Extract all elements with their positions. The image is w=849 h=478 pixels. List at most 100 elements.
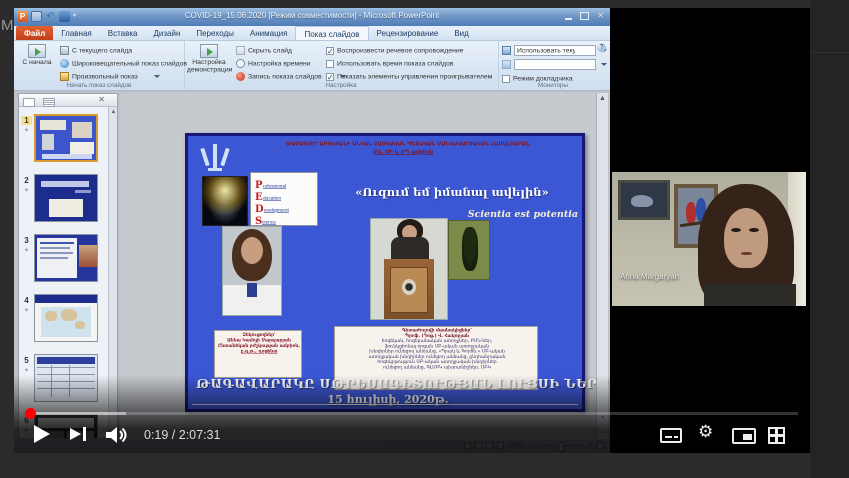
slide-quote: «Ուզում եմ իմանալ ավելին» (322, 185, 582, 199)
tab-design[interactable]: Дизайн (145, 26, 188, 40)
reading-view-icon[interactable] (486, 442, 493, 449)
next-slide-icon[interactable]: ⌄ (597, 427, 608, 435)
hide-slide-button[interactable]: Скрыть слайд (236, 44, 300, 57)
tab-insert[interactable]: Вставка (100, 26, 146, 40)
slide-thumbnail-1[interactable]: 1 ✦ (21, 114, 107, 166)
zoom-slider-handle[interactable] (558, 442, 564, 452)
next-video-button[interactable] (70, 428, 81, 440)
slide-thumbnail-preview (34, 174, 98, 222)
tab-slideshow[interactable]: Показ слайдов (295, 26, 368, 40)
slideshow-view-icon[interactable] (497, 442, 504, 449)
play-button[interactable] (34, 425, 50, 443)
custom-show-icon (60, 72, 69, 81)
slide-thumbnail-preview (34, 294, 98, 342)
slide-canvas[interactable]: ԽԱՉԱՏՈՒՐ ԱԲՈՎՅԱՆԻ ԱՆՎԱՆ ՀԱՅԿԱԿԱՆ ՊԵՏԱԿԱՆ… (185, 133, 585, 412)
presenter-face (724, 208, 768, 268)
tab-file[interactable]: Файл (16, 26, 53, 40)
main-scrollbar[interactable]: ▲ ⌃ ⌄ (596, 93, 608, 439)
window-title: COVID-19_15.06.2020 [Режим совместимости… (14, 11, 610, 20)
custom-slideshow-button[interactable]: Произвольный показ (60, 70, 160, 83)
close-icon[interactable]: ✕ (597, 12, 604, 20)
transition-indicator-icon: ✦ (21, 127, 32, 134)
previous-slide-icon[interactable]: ⌃ (597, 415, 608, 423)
artwork-image (448, 220, 490, 280)
progress-scrubber[interactable] (25, 408, 36, 419)
wall-painting-swan (618, 180, 670, 220)
ribbon-group-start: С начала С текущего слайда Широковещател… (14, 41, 185, 90)
help-icon[interactable]: ? (597, 43, 606, 52)
rehearse-timings-button[interactable]: Настройка времени (236, 57, 322, 70)
zoom-slider[interactable] (538, 445, 584, 447)
from-current-slide-button[interactable]: С текущего слайда (60, 44, 143, 57)
podium-photo (370, 218, 448, 320)
transition-indicator-icon: ✦ (21, 427, 32, 434)
transition-indicator-icon: ✦ (21, 367, 32, 374)
zoom-in-icon[interactable]: + (588, 442, 593, 449)
slide-thumbnail-5[interactable]: 5 ✦ (21, 354, 107, 406)
resolution-dropdown[interactable] (502, 58, 607, 71)
slide-thumbnail-preview (34, 354, 98, 402)
group-label: Настройка (200, 82, 483, 88)
slide-sorter-view-icon[interactable] (475, 442, 482, 449)
minimize-icon[interactable] (565, 18, 572, 20)
from-current-slide-icon (60, 46, 69, 55)
ribbon: С начала С текущего слайда Широковещател… (14, 41, 610, 91)
tab-home[interactable]: Главная (53, 26, 99, 40)
close-pane-icon[interactable]: ✕ (98, 95, 105, 104)
checkbox-icon: ✓ (326, 73, 334, 81)
slide-thumbnail-3[interactable]: 3 ✦ (21, 234, 107, 286)
progress-bar-track[interactable] (26, 412, 798, 415)
rehearse-timings-icon (236, 59, 245, 68)
hide-slide-icon (236, 46, 245, 55)
jellyfish-lamp-image (202, 176, 248, 226)
slide-thumbnail-4[interactable]: 4 ✦ (21, 294, 107, 346)
slide-thumbnail-2[interactable]: 2 ✦ (21, 174, 107, 226)
miniplayer-button[interactable] (732, 428, 756, 444)
title-bar[interactable]: P ↶ ▾ COVID-19_15.06.2020 [Режим совмест… (14, 8, 610, 26)
play-narrations-checkbox[interactable]: ✓ Воспроизвести речевое сопровождение (326, 44, 486, 57)
setup-slideshow-icon (200, 44, 218, 58)
panel-scrollbar[interactable]: ▲ (108, 107, 117, 439)
setup-slideshow-button[interactable]: Настройка демонстрации (187, 43, 231, 81)
video-player[interactable]: P ↶ ▾ COVID-19_15.06.2020 [Режим совмест… (14, 8, 810, 453)
show-on-monitor-dropdown[interactable]: Использовать текущ… (502, 44, 607, 57)
slide-divider-line (192, 404, 578, 405)
fullscreen-button[interactable] (768, 427, 785, 444)
fit-to-window-icon[interactable] (597, 442, 604, 449)
show-media-controls-checkbox[interactable]: ✓ Показать элементы управления проигрыва… (326, 70, 520, 83)
tab-transitions[interactable]: Переходы (188, 26, 242, 40)
scroll-up-icon[interactable]: ▲ (109, 107, 118, 117)
participant-name-label: Anna Margaryan (620, 272, 679, 281)
panel-header: ✕ (19, 94, 117, 107)
slide-header-line1: ԽԱՉԱՏՈՒՐ ԱԲՈՎՅԱՆԻ ԱՆՎԱՆ ՀԱՅԿԱԿԱՆ ՊԵՏԱԿԱՆ… (286, 141, 520, 147)
webcam-feed: Anna Margaryan (612, 172, 806, 306)
transition-indicator-icon: ✦ (21, 247, 32, 254)
zoom-out-icon[interactable]: − (528, 442, 533, 449)
slides-tab-icon[interactable] (23, 98, 35, 107)
dropdown-caret-icon (601, 63, 607, 66)
page-divider (810, 52, 849, 53)
maximize-icon[interactable] (580, 12, 589, 20)
volume-button[interactable] (106, 426, 130, 449)
resolution-icon (502, 60, 511, 69)
tab-view[interactable]: Вид (446, 26, 476, 40)
scroll-up-icon[interactable]: ▲ (597, 93, 608, 105)
use-timings-checkbox[interactable]: Использовать время показа слайдов (326, 57, 474, 70)
tab-animations[interactable]: Анимация (242, 26, 296, 40)
speaker-photo (222, 226, 282, 316)
screenshot-root: Mo P ↶ ▾ COVID-19_15.06.2020 [Режим совм… (0, 0, 849, 478)
zoom-level: 63% (510, 442, 524, 450)
ribbon-group-setup: Настройка демонстрации Скрыть слайд Наст… (184, 41, 499, 90)
time-display: 0:19 / 2:07:31 (144, 428, 220, 442)
next-video-icon (83, 427, 86, 441)
slides-panel: ✕ ▲ 1 ✦ 2 (18, 93, 118, 439)
slide-main-title: ԹԱԳԱՎԱՐԱԿԸ ՍԹՐԵՍԱԳԻՏՈՒԹՅԱՆ ԼՈՒՅՍԻ ՆԵՐՔՈ (196, 376, 580, 391)
powerpoint-window: P ↶ ▾ COVID-19_15.06.2020 [Режим совмест… (14, 8, 610, 453)
group-label: Мониторы (504, 82, 603, 88)
from-beginning-button[interactable]: С начала (15, 43, 59, 81)
outline-tab-icon[interactable] (43, 98, 55, 107)
captions-button[interactable] (660, 428, 682, 443)
tab-review[interactable]: Рецензирование (369, 26, 447, 40)
settings-gear-icon[interactable]: ⚙ (698, 422, 713, 442)
normal-view-icon[interactable] (464, 442, 471, 449)
